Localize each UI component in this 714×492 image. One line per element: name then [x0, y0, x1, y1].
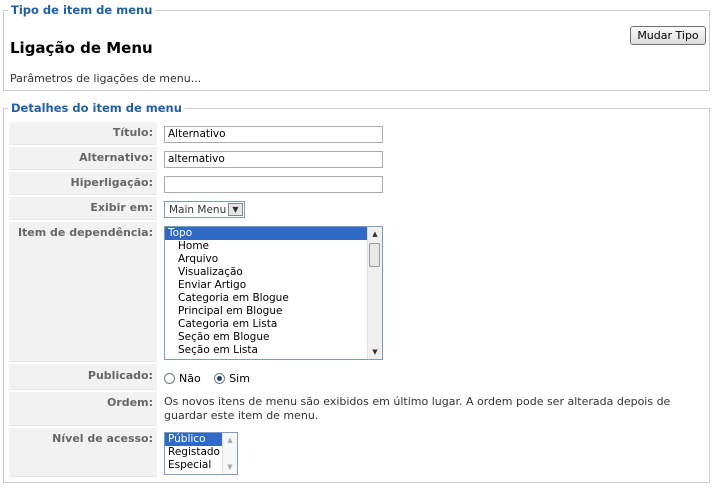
- order-label: Ordem:: [9, 392, 157, 426]
- parent-option[interactable]: Categoria em Blogue: [165, 292, 382, 305]
- link-row: Hiperligação:: [9, 172, 704, 195]
- scroll-down-icon[interactable]: ▼: [368, 345, 382, 359]
- scroll-up-icon[interactable]: ▲: [368, 227, 382, 241]
- scroll-thumb[interactable]: [369, 243, 380, 267]
- title-label: Título:: [9, 122, 157, 145]
- params-text: Parâmetros de ligações de menu...: [10, 72, 202, 85]
- access-label: Nível de acesso:: [9, 428, 157, 477]
- menu-item-type-panel: Tipo de item de menu Ligação de Menu Par…: [3, 3, 710, 91]
- alias-label: Alternativo:: [9, 147, 157, 170]
- parent-option[interactable]: Topo: [165, 227, 382, 240]
- display-select[interactable]: Main Menu ▼: [164, 201, 245, 218]
- title-input[interactable]: Alternativo: [164, 126, 383, 143]
- published-yes-label: Sim: [229, 371, 250, 385]
- parent-option[interactable]: Visualização: [165, 266, 382, 279]
- scroll-down-icon[interactable]: ▼: [223, 460, 237, 474]
- parent-option[interactable]: Enviar Artigo: [165, 279, 382, 292]
- title-row: Título: Alternativo: [9, 122, 704, 145]
- published-no-radio[interactable]: [164, 372, 175, 384]
- parent-listbox[interactable]: Topo Home Arquivo Visualização Enviar Ar…: [164, 226, 383, 360]
- parent-option[interactable]: Arquivo: [165, 253, 382, 266]
- parent-option[interactable]: Principal em Blogue: [165, 305, 382, 318]
- alias-row: Alternativo: alternativo: [9, 147, 704, 170]
- access-row: Nível de acesso: Público Registado Espec…: [9, 428, 704, 477]
- menu-item-details-legend: Detalhes do item de menu: [8, 101, 185, 115]
- change-type-button[interactable]: Mudar Tipo: [630, 26, 706, 45]
- published-label: Publicado:: [9, 364, 157, 390]
- link-label: Hiperligação:: [9, 172, 157, 195]
- parent-row: Item de dependência: Topo Home Arquivo V…: [9, 222, 704, 362]
- parent-option[interactable]: Seção em Blogue: [165, 331, 382, 344]
- display-label: Exibir em:: [9, 197, 157, 220]
- parent-option[interactable]: Home: [165, 240, 382, 253]
- access-scrollbar[interactable]: ▲ ▼: [222, 433, 237, 474]
- link-input[interactable]: [164, 176, 383, 193]
- access-listbox[interactable]: Público Registado Especial ▲ ▼: [164, 432, 238, 475]
- parent-option[interactable]: Categoria em Lista: [165, 318, 382, 331]
- parent-label: Item de dependência:: [9, 222, 157, 362]
- display-select-value: Main Menu: [169, 203, 227, 216]
- parent-option[interactable]: Seção em Lista: [165, 344, 382, 357]
- parent-scrollbar[interactable]: ▲ ▼: [367, 227, 382, 359]
- order-row: Ordem: Os novos itens de menu são exibid…: [9, 392, 704, 426]
- alias-input[interactable]: alternativo: [164, 151, 383, 168]
- published-radios: Não Sim: [164, 371, 260, 385]
- chevron-down-icon[interactable]: ▼: [228, 203, 243, 216]
- order-note: Os novos itens de menu são exibidos em ú…: [164, 395, 671, 422]
- menu-item-type-legend: Tipo de item de menu: [8, 3, 156, 17]
- published-no-label: Não: [179, 371, 201, 385]
- published-yes-radio[interactable]: [214, 372, 226, 384]
- page-title: Ligação de Menu: [10, 39, 153, 57]
- scroll-up-icon[interactable]: ▲: [223, 433, 237, 447]
- published-row: Publicado: Não Sim: [9, 364, 704, 390]
- display-row: Exibir em: Main Menu ▼: [9, 197, 704, 220]
